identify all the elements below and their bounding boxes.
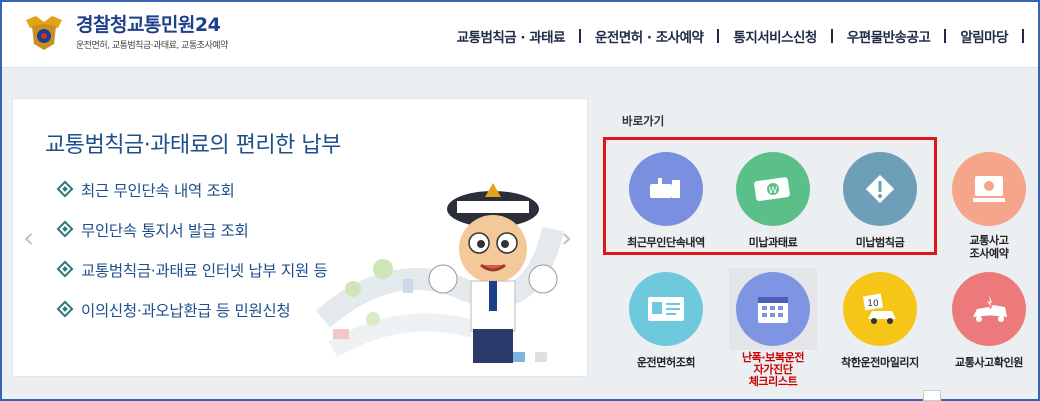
quick-links-title: 바로가기 — [622, 114, 665, 128]
nav-item-license[interactable]: 운전면허 · 조사예약 — [581, 26, 717, 46]
next-slide-arrow[interactable]: › — [561, 221, 572, 254]
diamond-bullet-icon — [56, 300, 74, 318]
site-logo[interactable]: 경찰청교통민원24 운전면허, 교통범칙금·과태료, 교통조사예약 — [22, 12, 228, 52]
diamond-bullet-icon — [56, 220, 74, 238]
quick-link-license-inquiry[interactable]: 운전면허조회 — [614, 272, 718, 369]
slide-dot[interactable] — [535, 352, 547, 362]
nav-item-notification[interactable]: 통지서비스신청 — [719, 26, 830, 46]
svg-text:10: 10 — [867, 299, 879, 309]
main-banner-slide: 교통범칙금·과태료의 편리한 납부 최근 무인단속 내역 조회 무인단속 통지서… — [12, 98, 588, 377]
nav-item-fines[interactable]: 교통범칙금 · 과태료 — [443, 26, 579, 46]
police-mascot-illustration — [315, 183, 563, 363]
svg-text:W: W — [769, 186, 778, 196]
quick-link-label: 최근무인단속내역 — [627, 236, 705, 249]
banner-list-item[interactable]: 최근 무인단속 내역 조회 — [56, 179, 328, 219]
nav-item-returned-mail[interactable]: 우편물반송공고 — [833, 26, 944, 46]
quick-link-accident-certificate[interactable]: 교통사고확인원 — [937, 272, 1040, 369]
prev-slide-arrow[interactable]: ‹ — [23, 221, 34, 254]
scroll-top-button[interactable] — [923, 390, 941, 401]
mileage-car-icon: 10 — [843, 272, 917, 346]
car-accident-icon — [952, 272, 1026, 346]
banner-list-item[interactable]: 무인단속 통지서 발급 조회 — [56, 219, 328, 259]
computer-icon — [952, 152, 1026, 226]
banner-list-item[interactable]: 이의신청·과오납환급 등 민원신청 — [56, 299, 328, 339]
logo-title: 경찰청교통민원24 — [76, 14, 228, 36]
quick-link-good-driving-mileage[interactable]: 10 착한운전마일리지 — [828, 272, 932, 369]
selected-tile-background — [729, 268, 817, 350]
quick-link-accident-reservation[interactable]: 교통사고 조사예약 — [937, 152, 1040, 260]
calendar-checklist-icon — [736, 272, 810, 346]
banner-list-label: 최근 무인단속 내역 조회 — [81, 182, 235, 200]
diamond-bullet-icon — [56, 260, 74, 278]
main-nav: 교통범칙금 · 과태료 운전면허 · 조사예약 통지서비스신청 우편물반송공고 … — [443, 26, 1024, 46]
logo-title-main: 경찰청 — [76, 13, 127, 36]
site-header: 경찰청교통민원24 운전면허, 교통범칙금·과태료, 교통조사예약 교통범칙금 … — [2, 2, 1038, 68]
banner-list: 최근 무인단속 내역 조회 무인단속 통지서 발급 조회 교통범칙금·과태료 인… — [56, 179, 328, 339]
police-emblem-icon — [22, 12, 66, 52]
logo-subtitle: 운전면허, 교통범칙금·과태료, 교통조사예약 — [76, 40, 228, 51]
money-icon: W — [736, 152, 810, 226]
quick-link-label: 미납과태료 — [748, 236, 798, 249]
diamond-bullet-icon — [56, 180, 74, 198]
quick-link-label: 착한운전마일리지 — [841, 356, 919, 369]
banner-title: 교통범칙금·과태료의 편리한 납부 — [45, 133, 341, 158]
banner-list-item[interactable]: 교통범칙금·과태료 인터넷 납부 지원 등 — [56, 259, 328, 299]
quick-link-label: 교통사고 조사예약 — [969, 234, 1009, 260]
banner-list-label: 이의신청·과오납환급 등 민원신청 — [81, 302, 291, 320]
quick-link-unpaid-fine[interactable]: W 미납과태료 — [721, 152, 825, 249]
slide-pagination — [513, 352, 547, 362]
quick-link-label: 미납범칙금 — [855, 236, 905, 249]
banner-list-label: 교통범칙금·과태료 인터넷 납부 지원 등 — [81, 262, 328, 280]
banner-list-label: 무인단속 통지서 발급 조회 — [81, 222, 249, 240]
quick-link-label: 운전면허조회 — [636, 356, 696, 369]
quick-link-label: 난폭·보복운전 자가진단 체크리스트 — [741, 351, 805, 388]
quick-link-unpaid-penalty[interactable]: 미납범칙금 — [828, 152, 932, 249]
slide-dot[interactable] — [513, 352, 525, 362]
nav-separator — [1022, 29, 1024, 43]
quick-link-recent-enforcement[interactable]: 최근무인단속내역 — [614, 152, 718, 249]
camera-icon — [629, 152, 703, 226]
logo-title-accent: 교통민원24 — [126, 13, 221, 36]
nav-item-notice[interactable]: 알림마당 — [946, 26, 1022, 46]
warning-icon — [843, 152, 917, 226]
quick-link-label: 교통사고확인원 — [954, 356, 1024, 369]
license-card-icon — [629, 272, 703, 346]
quick-link-reckless-checklist[interactable]: 난폭·보복운전 자가진단 체크리스트 — [721, 268, 825, 388]
